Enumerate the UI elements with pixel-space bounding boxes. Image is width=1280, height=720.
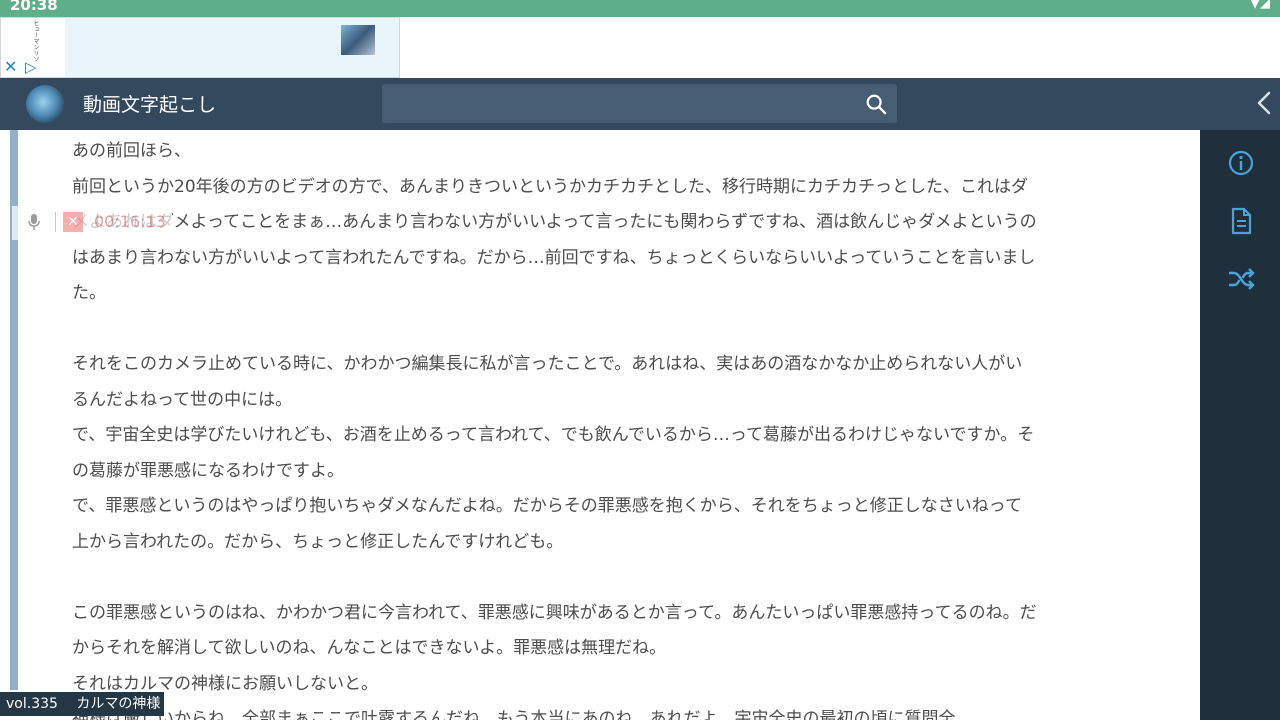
status-icons: ▼◢ [1250,0,1270,11]
transcript-line: で、宇宙全史は学びたいけれども、お酒を止めるって言われて、でも飲んでいるから…っ… [72,425,1035,445]
playback-timestamp: 00:16:13 [94,212,166,231]
ad-banner[interactable]: ヒューマンリソ ✕ ▷ [0,17,400,78]
video-volume-number: vol.335 [6,696,58,712]
transcript-panel[interactable]: あの前回ほら、 前回というか20年後の方のビデオの方で、あんまりきついというかカ… [18,130,1200,720]
transcript-line: それはカルマの神様にお願いしないと。 [72,673,378,694]
chevron-left-icon[interactable] [1254,89,1274,117]
right-sidebar [1200,130,1280,720]
info-icon[interactable] [1226,148,1256,178]
close-icon[interactable]: ✕ [63,212,83,232]
app-logo [26,85,64,123]
search-input[interactable] [382,84,897,123]
app-title: 動画文字起こし [83,94,217,116]
transcript-line: 前回というか20年後の方のビデオの方で、あんまりきついというかカチカチとした、移… [72,176,1028,197]
transcript-line: はあまり言わない方がいいよって言われたんですね。だから…前回ですね、ちょっとくら… [72,247,1036,268]
transcript-line: 神様は厳しいからね。全部まぁここで吐露するんだね。もう本当にあのね、あれだよ、宇… [72,709,956,720]
overlay-divider [55,212,56,232]
status-bar: 20:38 ▼◢ [0,0,1280,17]
transcript-text: あの前回ほら、 前回というか20年後の方のビデオの方で、あんまりきついというかカ… [72,134,1144,720]
ad-choices-icon[interactable]: ▷ [25,59,37,75]
transcript-line: た。 [72,283,106,303]
transcript-line: の葛藤が罪悪感になるわけですよ。 [72,460,344,481]
transcript-line: るんだよねって世の中には。 [72,389,293,410]
transcript-line: この罪悪感というのはね、かわかつ君に今言われて、罪悪感に興味があるとか言って。あ… [72,602,1037,623]
status-time: 20:38 [10,0,58,14]
transcript-line: 上から言われたの。だから、ちょっと修正したんですけれども。 [72,531,564,552]
app-header: 動画文字起こし [0,78,1280,130]
transcript-line: あの前回ほら、 [72,141,191,161]
search-icon[interactable] [865,93,887,115]
transcript-line: メよあれはダメよってことをまぁ…あんまり言わない方がいいよって言ったにも関わらず… [72,212,1037,232]
video-label: vol.335 カルマの神様 [0,692,165,716]
transcript-line: で、罪悪感というのはやっぱり抱いちゃダメなんだよね。だからその罪悪感を抱くから、… [72,496,1022,516]
ad-close-icon[interactable]: ✕ [4,59,17,75]
document-icon[interactable] [1226,206,1256,236]
ad-logo-text: ヒューマンリソ [32,20,39,62]
transcript-line: それをこのカメラ止めている時に、かわかつ編集長に私が言ったことで。あれはね、実は… [72,354,1023,374]
transcript-line: からそれを解消して欲しいのね、んなことはできないよ。罪悪感は無理だね。 [72,638,667,658]
video-title: カルマの神様 [76,696,161,712]
mic-icon[interactable] [28,214,40,230]
ad-thumbnail[interactable] [341,25,375,55]
shuffle-icon[interactable] [1226,264,1256,294]
